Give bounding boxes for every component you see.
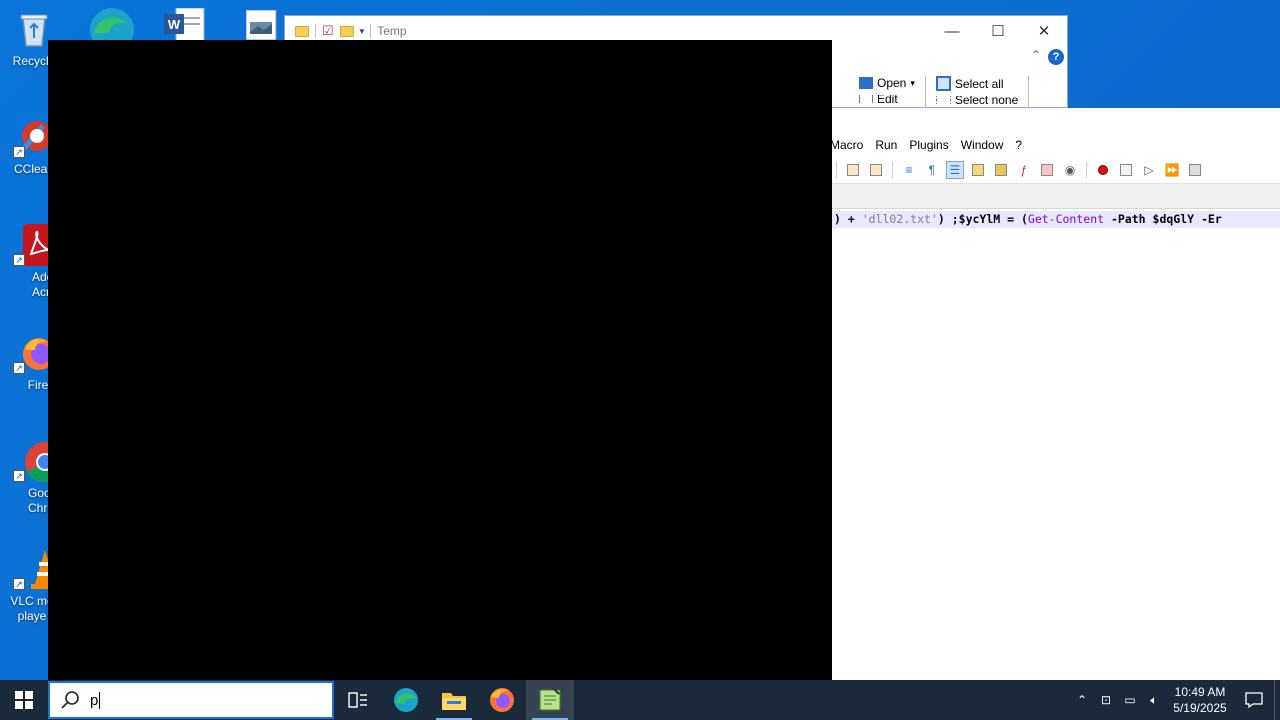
- image-file-icon: [245, 9, 277, 41]
- windows-logo-icon: [15, 691, 33, 709]
- divider: [315, 24, 316, 38]
- firefox-icon: [490, 688, 514, 712]
- start-button[interactable]: [0, 680, 48, 720]
- monitoring-eye-icon[interactable]: ◉: [1061, 161, 1079, 179]
- taskbar-file-explorer[interactable]: [430, 680, 478, 720]
- menu-window[interactable]: Window: [961, 138, 1012, 152]
- editor-toolbar: ≡ ¶ ☰ ƒ ◉ ▷ ⏩: [832, 158, 1280, 182]
- quick-access-toolbar: ☑ ▾: [295, 23, 372, 39]
- divider: [1086, 162, 1087, 178]
- chevron-up-icon[interactable]: ⌃: [1070, 680, 1094, 720]
- edge-icon: [394, 688, 418, 712]
- chevron-down-icon: ▾: [910, 77, 915, 88]
- notepad-plus-plus-icon: [539, 688, 561, 711]
- menu-macro[interactable]: Macro: [830, 138, 871, 152]
- stop-macro-icon[interactable]: [1117, 161, 1135, 179]
- text-editor-window[interactable]: Macro Run Plugins Window ? ≡ ¶ ☰ ƒ ◉ ▷ ⏩…: [830, 108, 1280, 680]
- play-macro-icon[interactable]: ▷: [1140, 161, 1158, 179]
- search-input-value: p: [90, 691, 101, 709]
- edge-icon: [90, 8, 134, 52]
- system-tray: ⌃ ⊡ ▭ 🔈︎ 10:49 AM 5/19/2025: [1070, 680, 1280, 720]
- edit-label: Edit: [877, 95, 898, 103]
- divider: [836, 162, 837, 178]
- folder-as-workspace-icon[interactable]: [969, 161, 987, 179]
- sync-horizontal-icon[interactable]: [867, 161, 885, 179]
- word-wrap-icon[interactable]: ≡: [900, 161, 918, 179]
- shortcut-arrow-icon: ↗: [13, 578, 25, 590]
- select-none-button[interactable]: Select none: [935, 96, 1019, 104]
- run-macro-multiple-icon[interactable]: ⏩: [1163, 161, 1181, 179]
- desktop-icon-image-file[interactable]: [245, 9, 278, 43]
- maximize-button[interactable]: ☐: [975, 16, 1021, 46]
- code-token: ) ;$ycYlM = (: [937, 212, 1028, 226]
- close-button[interactable]: ✕: [1021, 16, 1067, 46]
- select-all-button[interactable]: Select all: [935, 76, 1018, 91]
- explorer-title: Temp: [377, 24, 407, 38]
- window-controls: — ☐ ✕: [929, 16, 1067, 46]
- new-folder-icon[interactable]: [339, 25, 354, 37]
- taskbar-clock[interactable]: 10:49 AM 5/19/2025: [1166, 684, 1234, 716]
- menu-plugins[interactable]: Plugins: [909, 138, 956, 152]
- code-token: -Path $dqGlY -Er: [1104, 212, 1222, 226]
- select-none-icon: [935, 96, 951, 104]
- shortcut-arrow-icon: ↗: [13, 362, 25, 374]
- help-button[interactable]: ?: [1048, 49, 1064, 65]
- folder-icon: [295, 25, 309, 37]
- show-desktop-button[interactable]: [1274, 680, 1280, 720]
- anyrun-watermark: ANY.RUN: [1036, 611, 1234, 663]
- code-string: 'dll02.txt': [861, 212, 938, 226]
- record-macro-icon[interactable]: [1094, 161, 1112, 179]
- folder-open-icon[interactable]: [1038, 161, 1056, 179]
- taskbar-firefox[interactable]: [478, 680, 526, 720]
- task-view-icon: [348, 692, 367, 708]
- code-line[interactable]: ) + 'dll02.txt') ;$ycYlM = (Get-Content …: [832, 211, 1280, 228]
- edit-button[interactable]: Edit: [859, 95, 915, 103]
- minimize-button[interactable]: —: [929, 16, 975, 46]
- code-cmdlet: Get-Content: [1027, 212, 1105, 226]
- divider: [370, 24, 372, 38]
- select-none-label: Select none: [954, 96, 1019, 104]
- function-list-icon[interactable]: ƒ: [1015, 161, 1033, 179]
- svg-text:W: W: [168, 17, 181, 32]
- chevron-down-icon[interactable]: ▾: [360, 26, 365, 37]
- show-all-characters-icon[interactable]: ¶: [923, 161, 941, 179]
- indent-guide-icon[interactable]: ☰: [946, 161, 964, 179]
- menu-help[interactable]: ?: [1015, 138, 1030, 152]
- save-macro-icon[interactable]: [1186, 161, 1204, 179]
- code-token: ) +: [834, 212, 862, 226]
- search-icon: [61, 691, 79, 709]
- editor-menubar: Macro Run Plugins Window ?: [830, 138, 1034, 152]
- taskbar-search-input[interactable]: p: [48, 681, 334, 719]
- select-all-icon: [935, 76, 951, 91]
- menu-run[interactable]: Run: [875, 138, 905, 152]
- open-button[interactable]: Open ▾: [859, 76, 915, 90]
- file-explorer-icon: [442, 693, 466, 710]
- shortcut-arrow-icon: ↗: [13, 254, 25, 266]
- edit-icon: [859, 95, 873, 103]
- shortcut-arrow-icon: ↗: [13, 470, 25, 482]
- shortcut-arrow-icon: ↗: [13, 146, 25, 158]
- action-center-sync-icon[interactable]: ⊡: [1094, 680, 1118, 720]
- open-label: Open: [877, 76, 907, 90]
- volume-icon[interactable]: 🔈︎: [1142, 680, 1166, 720]
- open-icon: [859, 77, 873, 89]
- clock-date: 5/19/2025: [1173, 701, 1227, 715]
- clock-time: 10:49 AM: [1174, 685, 1226, 699]
- black-window-overlay[interactable]: [48, 40, 832, 680]
- taskbar-edge[interactable]: [382, 680, 430, 720]
- editor-tab-bar[interactable]: [832, 183, 1280, 209]
- properties-icon[interactable]: ☑: [322, 23, 334, 39]
- taskbar: p ⌃ ⊡ ▭ 🔈︎ 10:49 AM 5/19/2025: [0, 680, 1280, 720]
- sync-vertical-icon[interactable]: [844, 161, 862, 179]
- select-all-label: Select all: [954, 76, 1004, 91]
- divider: [892, 162, 893, 178]
- task-view-button[interactable]: [334, 680, 382, 720]
- word-icon: W: [164, 7, 205, 43]
- collapse-ribbon-icon[interactable]: ⌃: [1031, 48, 1041, 62]
- network-icon[interactable]: ▭: [1118, 680, 1142, 720]
- notifications-button[interactable]: [1234, 680, 1274, 720]
- document-map-icon[interactable]: [992, 161, 1010, 179]
- notification-icon: [1245, 692, 1263, 709]
- taskbar-notepad-plus-plus[interactable]: [526, 680, 574, 720]
